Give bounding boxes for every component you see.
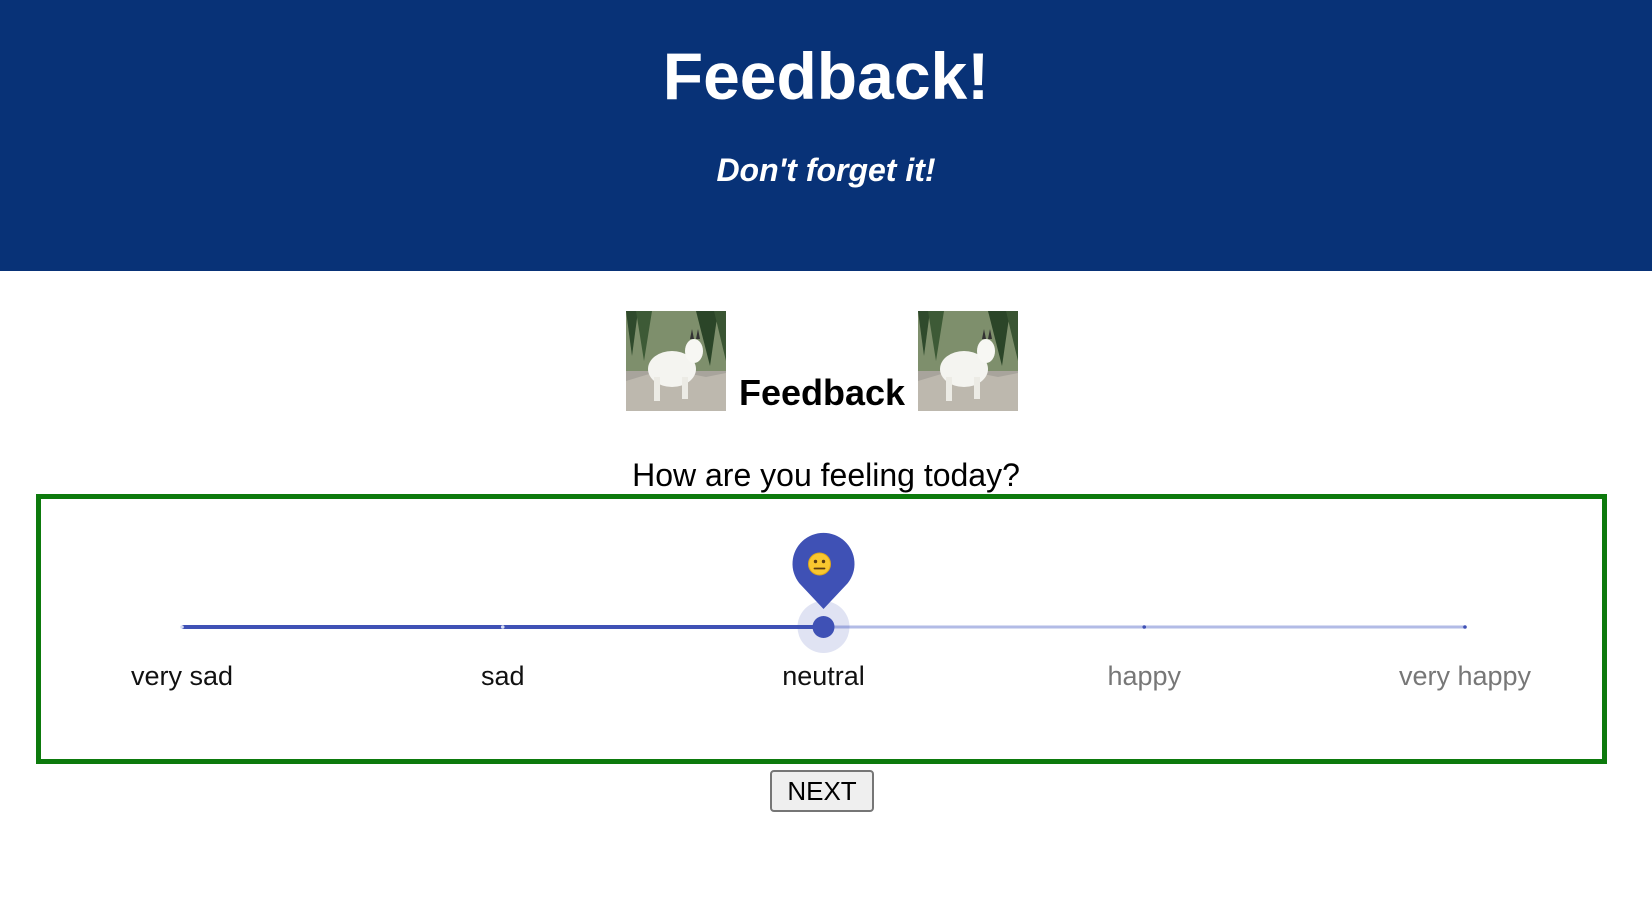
slider-tick-mark (500, 625, 505, 629)
mood-slider-container: very sad sad neutral happy very happy (36, 494, 1607, 764)
mood-slider[interactable] (41, 499, 1602, 759)
page-subtitle: Don't forget it! (716, 152, 936, 188)
slider-tick-mark (1142, 625, 1147, 629)
next-button[interactable]: NEXT (770, 770, 874, 812)
slider-option-sad[interactable]: sad (383, 659, 623, 693)
slider-tick-mark (180, 625, 184, 629)
slider-thumb[interactable] (812, 616, 835, 638)
header-banner: Feedback! Don't forget it! (0, 0, 1652, 271)
slider-option-neutral[interactable]: neutral (704, 659, 944, 693)
slider-tick-mark (1463, 625, 1467, 629)
feeling-question: How are you feeling today? (632, 457, 1020, 493)
slider-option-very-happy[interactable]: very happy (1345, 659, 1585, 693)
slider-option-happy[interactable]: happy (1024, 659, 1264, 693)
goat-image-right (918, 311, 1018, 411)
neutral-face-icon (808, 552, 831, 576)
slider-option-very-sad[interactable]: very sad (62, 659, 302, 693)
page-title: Feedback! (662, 39, 990, 113)
